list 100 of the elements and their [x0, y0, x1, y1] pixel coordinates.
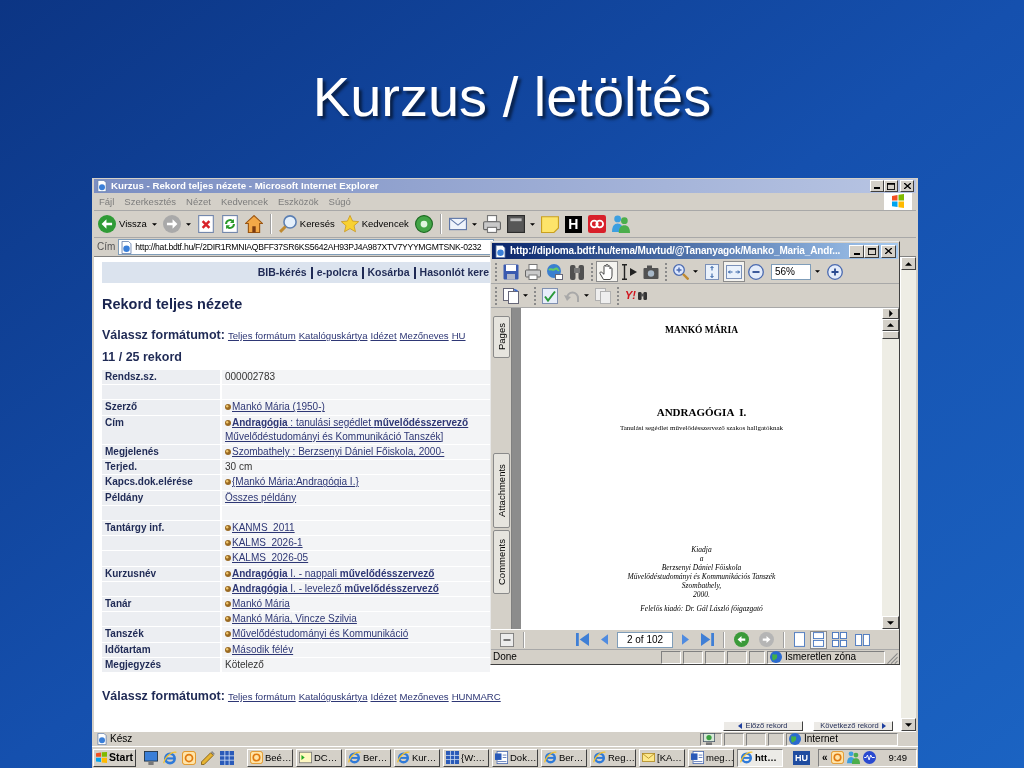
maximize-button[interactable] [864, 244, 879, 258]
taskbar-button[interactable]: Ber… [345, 748, 391, 767]
format-link[interactable]: Mezőneves [399, 328, 449, 344]
pages-button[interactable] [500, 285, 531, 306]
record-link[interactable]: Művelődéstudományi és Kommunikáció [232, 629, 409, 640]
scroll-down-button[interactable] [882, 616, 899, 629]
close-button[interactable] [900, 180, 914, 192]
wave-icon[interactable] [862, 751, 876, 764]
hand-icon [599, 263, 615, 280]
search-button[interactable]: Keresés [276, 212, 337, 236]
panel-button[interactable] [497, 630, 517, 649]
letter-e-globe-icon[interactable] [163, 750, 177, 765]
taskbar-button[interactable]: Dok… [492, 748, 538, 767]
print-button[interactable] [480, 212, 503, 236]
start-button[interactable]: Start [93, 748, 136, 767]
tray-expand-button[interactable]: « [822, 752, 828, 763]
nav-link[interactable]: e-polcra [316, 267, 358, 278]
addon-button[interactable] [585, 212, 608, 236]
nav-link[interactable]: BIB-kérés [257, 267, 307, 278]
format-link[interactable]: Katalóguskártya [298, 328, 368, 344]
single-page-button[interactable] [791, 630, 808, 649]
first-page-button[interactable] [573, 630, 592, 649]
zoom-field[interactable]: 56% [771, 263, 811, 280]
format-link[interactable]: Mezőneves [399, 688, 449, 705]
panel-toggle-button[interactable] [882, 308, 899, 319]
taskbar-button[interactable]: Ber… [541, 748, 587, 767]
scroll-down-button[interactable] [901, 718, 916, 731]
format-link[interactable]: Katalóguskártya [298, 688, 368, 705]
record-link[interactable]: Szombathely : Berzsenyi Dániel Főiskola, 2000- [232, 447, 445, 458]
format-link[interactable]: HU [451, 328, 466, 344]
zoom-tool-button[interactable] [670, 261, 701, 282]
record-link[interactable]: Mankó Mária [232, 599, 290, 610]
taskbar-button[interactable]: DC… [296, 748, 342, 767]
scroll-up-button[interactable] [882, 319, 899, 331]
zone-text: Ismeretlen zóna [785, 652, 857, 662]
back-button[interactable]: Vissza [96, 212, 159, 236]
scrollbar[interactable] [882, 308, 899, 629]
scroll-up-button[interactable] [901, 257, 916, 270]
continuous-button[interactable] [810, 630, 827, 649]
record-link[interactable]: Összes példány [225, 492, 297, 503]
grid-icon[interactable] [220, 750, 234, 765]
taskbar-button[interactable]: htt… [737, 748, 783, 767]
record-link[interactable]: {Mankó Mária:Andragógia I.} [232, 477, 359, 488]
page-number-field[interactable]: 2 of 102 [617, 631, 673, 648]
favorites-button[interactable]: Kedvencek [338, 212, 411, 236]
minimize-button[interactable] [849, 244, 864, 258]
minimize-button[interactable] [870, 180, 884, 192]
side-tab[interactable]: Attachments [492, 453, 510, 528]
record-link[interactable]: Andragógia : tanulási segédlet művelődésszervező [232, 417, 469, 428]
taskbar-button[interactable]: meg… [688, 748, 734, 767]
record-link[interactable]: KANMS_2011 [232, 523, 295, 534]
side-tab[interactable]: Pages [492, 316, 510, 358]
format-link[interactable]: Teljes formátum [227, 328, 296, 344]
record-link[interactable]: KALMS_2026-05 [232, 553, 309, 564]
record-link[interactable]: Művelődéstudományi és Kommunikáció Tanszék] [225, 431, 444, 442]
pencil-icon[interactable] [201, 750, 215, 765]
star-icon [340, 215, 359, 233]
record-link[interactable]: Mankó Mária (1950-) [232, 402, 325, 413]
language-indicator[interactable]: HU [793, 750, 810, 765]
side-tab[interactable]: Comments [492, 530, 510, 594]
last-page-button[interactable] [698, 630, 717, 649]
fit-width-button[interactable] [723, 261, 745, 282]
record-link[interactable]: Andragógia I. - nappali művelődésszervező [232, 568, 435, 579]
close-button[interactable] [881, 244, 896, 258]
format-link[interactable]: HUNMARC [451, 688, 501, 705]
email-button[interactable] [544, 261, 566, 282]
taskbar-button[interactable]: {W:… [443, 748, 489, 767]
format-link[interactable]: Idézet [370, 688, 397, 705]
taskbar-button[interactable]: Kur… [394, 748, 440, 767]
letter-e-globe-icon [348, 751, 361, 764]
nav-link[interactable]: Hasonlót kere [419, 267, 489, 278]
edit-button[interactable] [504, 212, 537, 236]
record-link[interactable]: Második félév [232, 644, 294, 655]
windows-logo-icon [96, 751, 108, 764]
field-label: Szerző [102, 400, 220, 415]
taskbar-button[interactable]: Reg… [590, 748, 636, 767]
home-button[interactable] [242, 212, 265, 236]
zoom-in-button[interactable] [824, 261, 846, 282]
status-pane [749, 650, 765, 664]
print-button[interactable] [522, 261, 544, 282]
spelling-button[interactable] [539, 285, 561, 306]
caret-icon[interactable] [815, 270, 820, 273]
record-link[interactable]: KALMS_2026-1 [232, 538, 303, 549]
record-link[interactable]: Andragógia I. - levelező művelődésszervező [232, 583, 439, 594]
zoom-out-button[interactable] [745, 261, 767, 282]
nav-link[interactable]: Kosárba [367, 267, 410, 278]
maximize-button[interactable] [884, 180, 898, 192]
media-button[interactable] [412, 212, 435, 236]
format-link[interactable]: Idézet [370, 328, 397, 344]
search-logo-button[interactable]: Y! [622, 285, 650, 306]
hand-tool-button[interactable] [596, 261, 618, 282]
scroll-thumb[interactable] [882, 331, 899, 339]
monitor-icon[interactable] [144, 750, 158, 765]
format-link[interactable]: Teljes formátum [227, 688, 296, 705]
scrollbar[interactable] [901, 257, 916, 731]
continuous-facing-button[interactable] [829, 630, 850, 649]
taskbar-button[interactable]: [KA… [639, 748, 685, 767]
taskbar-button[interactable]: Beé… [247, 748, 293, 767]
record-link[interactable]: Mankó Mária, Vincze Szilvia [232, 614, 357, 625]
envelope-icon [642, 751, 655, 764]
